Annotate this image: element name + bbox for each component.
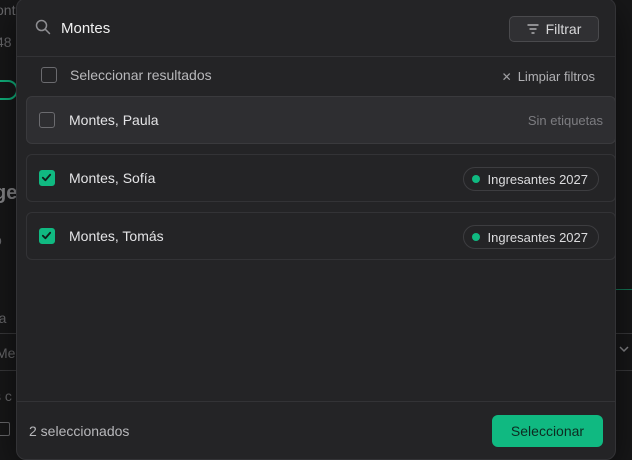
background-text: s c [0,388,12,404]
list-item[interactable]: Montes, Tomás Ingresantes 2027 [26,212,615,260]
student-name: Montes, Tomás [69,228,164,244]
tag-label: Ingresantes 2027 [487,171,588,187]
background-text: 48 [0,34,12,50]
check-icon [41,231,52,240]
modal-footer: 2 seleccionados Seleccionar [17,401,615,459]
clear-filters-button[interactable]: ✕ Limpiar filtros [502,69,595,84]
background-select-value: Me [0,345,16,361]
tag-dot-icon [471,175,480,183]
background-text: ont [0,2,16,18]
tag-badge: Ingresantes 2027 [462,225,599,249]
filter-button-label: Filtrar [545,21,582,37]
clear-filters-label: Limpiar filtros [517,69,595,84]
row-checkbox[interactable] [39,112,55,128]
student-name: Montes, Sofía [69,170,156,186]
list-item[interactable]: Montes, Paula Sin etiquetas [26,96,615,144]
tag-dot-icon [471,233,480,241]
no-tags-label: Sin etiquetas [527,113,603,128]
list-item[interactable]: Montes, Sofía Ingresantes 2027 [26,154,615,202]
tag-badge: Ingresantes 2027 [462,167,599,191]
row-checkbox[interactable] [39,170,55,186]
select-students-modal: Filtrar Seleccionar resultados ✕ Limpiar… [16,0,616,460]
search-input[interactable] [61,17,461,39]
select-all-label: Seleccionar resultados [70,67,212,83]
background-heading: ge [0,182,18,204]
search-icon [35,19,51,35]
selected-count: 2 seleccionados [29,423,130,439]
filter-icon [527,24,539,34]
chevron-down-icon [619,342,629,356]
selection-toolbar: Seleccionar resultados ✕ Limpiar filtros [17,58,615,94]
background-divider [616,289,632,290]
tag-label: Ingresantes 2027 [487,229,588,245]
student-name: Montes, Paula [69,112,159,128]
select-button[interactable]: Seleccionar [492,415,603,447]
background-text: ra [0,310,7,326]
background-text: o [0,232,2,248]
select-all-checkbox[interactable] [41,67,57,83]
search-bar: Filtrar [17,0,615,57]
calendar-icon [0,422,10,436]
result-list: Montes, Paula Sin etiquetas Montes, Sofí… [26,96,615,270]
filter-button[interactable]: Filtrar [509,16,599,42]
check-icon [41,173,52,182]
close-icon: ✕ [501,69,512,84]
row-checkbox[interactable] [39,228,55,244]
